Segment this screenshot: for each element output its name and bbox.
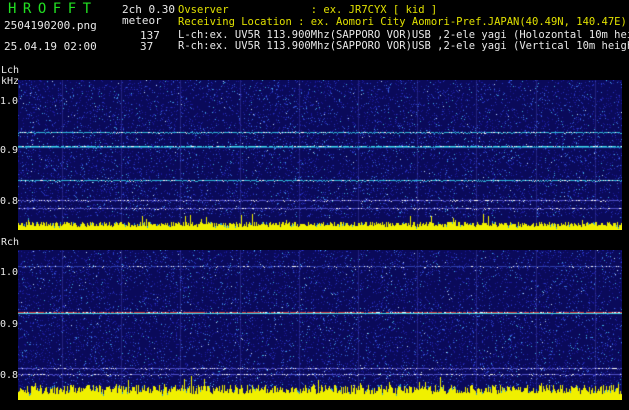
app-title: HROFFT	[8, 1, 98, 17]
lch-ytick-1-0: 1.0	[0, 96, 19, 107]
rch-meteor-count: 37	[140, 40, 154, 53]
lch-spectrogram-canvas	[18, 80, 622, 230]
file-name: 2504190200.png	[4, 19, 97, 32]
rch-label: Rch	[1, 237, 20, 248]
observer-info: Ovserver : ex. JR7CYX [ kid ]	[178, 4, 438, 16]
rch-ytick-0-9: 0.9	[0, 319, 19, 330]
rch-spectrogram-canvas	[18, 250, 622, 400]
lch-ytick-0-8: 0.8	[0, 196, 19, 207]
lch-ytick-0-9: 0.9	[0, 145, 19, 156]
mode-label: meteor	[122, 14, 162, 27]
lch-spectrogram	[18, 80, 622, 230]
rch-ytick-1-0: 1.0	[0, 267, 19, 278]
timestamp: 25.04.19 02:00	[4, 40, 97, 53]
lch-unit: kHz	[1, 76, 20, 87]
location-info: Receiving Location : ex. Aomori City Aom…	[178, 16, 627, 28]
rch-receiver-info: R-ch:ex. UV5R 113.900Mhz(SAPPORO VOR)USB…	[178, 40, 629, 52]
lch-label: Lch	[1, 65, 20, 76]
lch-receiver-info: L-ch:ex. UV5R 113.900Mhz(SAPPORO VOR)USB…	[178, 29, 629, 41]
rch-spectrogram	[18, 250, 622, 400]
rch-ytick-0-8: 0.8	[0, 370, 19, 381]
